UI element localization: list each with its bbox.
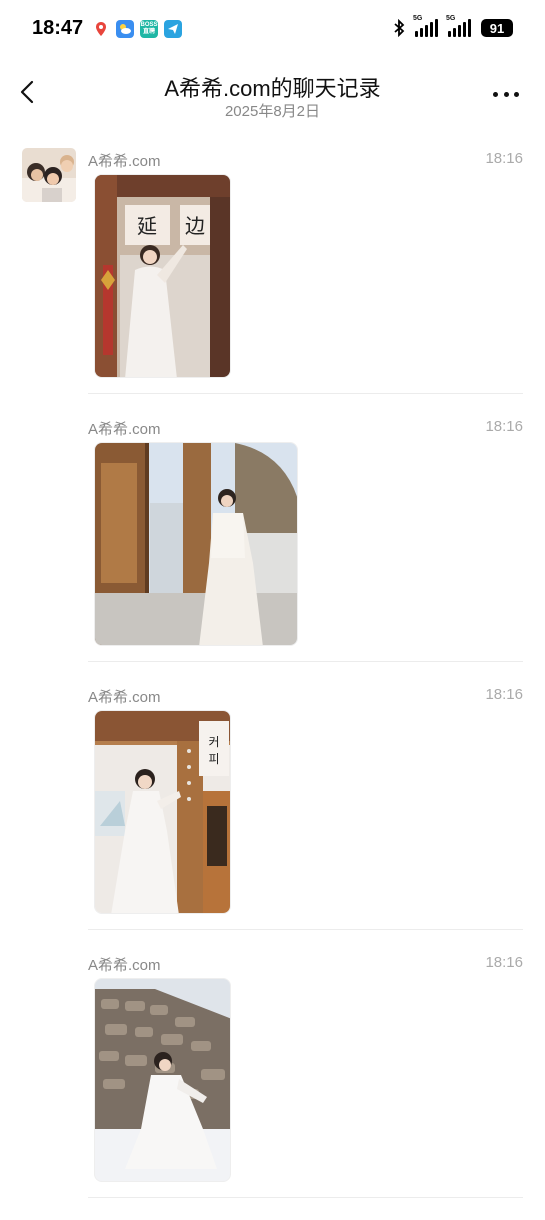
- photo-message[interactable]: 커 피: [94, 710, 231, 914]
- sender-name: A希希.com: [88, 421, 161, 438]
- photo-message[interactable]: [94, 978, 231, 1182]
- message-item: A希希.com 18:16 커 피: [0, 684, 545, 952]
- page-subtitle: 2025年8月2日: [224, 103, 321, 120]
- more-dot-icon: [503, 91, 509, 97]
- signal-icon-1: 5G: [413, 15, 438, 37]
- bluetooth-icon: [394, 19, 405, 37]
- status-bar: 18:47 BOSS 直聘 5G 5G 91: [0, 0, 545, 60]
- status-app-icons: BOSS 直聘: [92, 20, 182, 38]
- page-title: A希希.com的聊天记录: [164, 76, 381, 101]
- more-options-button[interactable]: [493, 90, 519, 98]
- svg-text:边: 边: [185, 214, 205, 238]
- photo-message[interactable]: [94, 442, 298, 646]
- message-time: 18:16: [485, 150, 523, 167]
- nav-bar: A希希.com的聊天记录 2025年8月2日: [0, 60, 545, 130]
- divider: [88, 661, 523, 662]
- hanbok-photo-stone-wall-snow: [95, 979, 230, 1181]
- message-time: 18:16: [485, 418, 523, 435]
- message-item: A希希.com 18:16 延 边: [0, 148, 545, 416]
- message-item: A希希.com 18:16: [0, 416, 545, 684]
- more-dot-icon: [514, 91, 519, 97]
- message-time: 18:16: [485, 954, 523, 971]
- weather-icon: [116, 20, 134, 38]
- svg-text:피: 피: [208, 752, 219, 766]
- sender-name: A希希.com: [88, 689, 161, 706]
- map-pin-icon: [92, 20, 110, 38]
- divider: [88, 929, 523, 930]
- telegram-icon: [164, 20, 182, 38]
- message-time: 18:16: [485, 686, 523, 703]
- signal-icon-2: 5G: [446, 15, 471, 37]
- divider: [88, 393, 523, 394]
- message-item: A希希.com 18:16: [0, 952, 545, 1220]
- more-dot-icon: [493, 91, 498, 97]
- hanbok-photo-wooden-door: [95, 443, 297, 645]
- battery-indicator: 91: [481, 19, 513, 37]
- hanbok-photo-pillar: 커 피: [95, 711, 230, 913]
- avatar[interactable]: [22, 148, 76, 202]
- svg-text:延: 延: [137, 214, 157, 238]
- sender-name: A希希.com: [88, 957, 161, 974]
- status-right: 5G 5G 91: [393, 15, 513, 37]
- photo-message[interactable]: 延 边: [94, 174, 231, 378]
- boss-icon: BOSS 直聘: [140, 20, 158, 38]
- hanbok-photo-doorway-sign: 延 边: [95, 175, 230, 377]
- sender-name: A希希.com: [88, 153, 161, 170]
- status-time: 18:47: [32, 17, 84, 39]
- svg-text:커: 커: [208, 735, 219, 749]
- divider: [88, 1197, 523, 1198]
